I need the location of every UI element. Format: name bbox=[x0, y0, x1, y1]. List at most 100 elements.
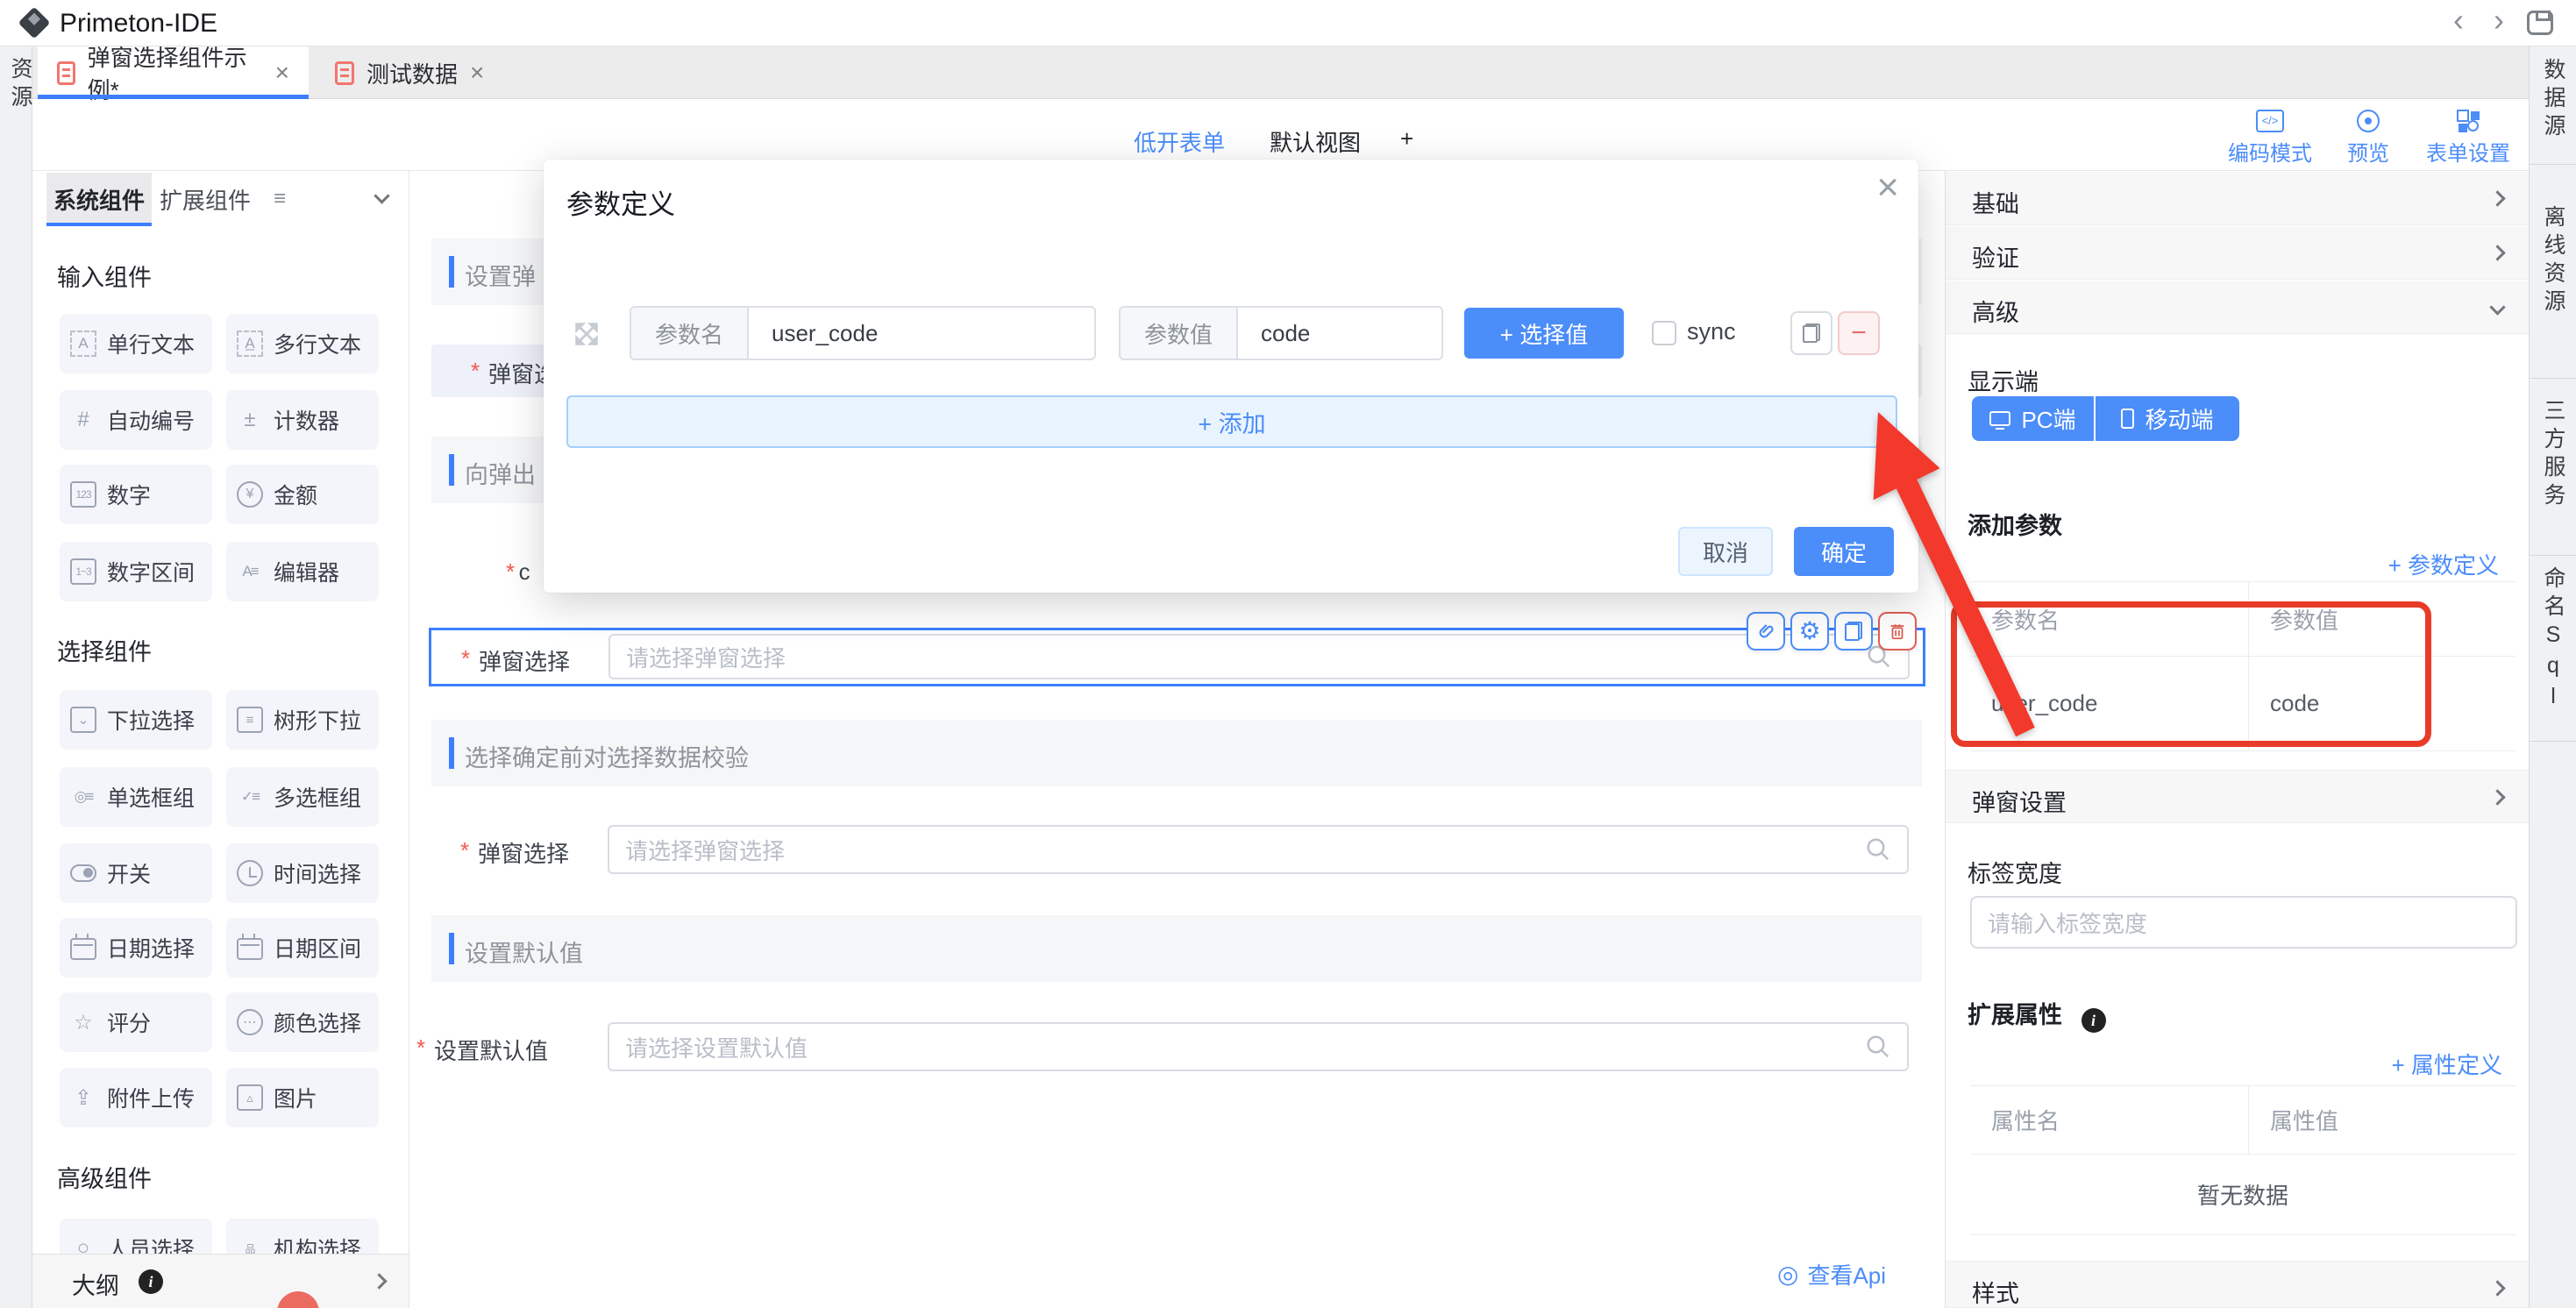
palette-item-dropdown-select[interactable]: 下拉选择 bbox=[60, 690, 212, 750]
action-form-settings[interactable]: 表单设置 bbox=[2416, 108, 2521, 167]
action-preview[interactable]: 预览 bbox=[2316, 108, 2421, 167]
date-picker-icon bbox=[70, 938, 96, 960]
remove-row-button[interactable]: − bbox=[1838, 311, 1880, 355]
prop-value-header: 属性值 bbox=[2249, 1086, 2516, 1154]
form-file-icon bbox=[335, 61, 354, 85]
accordion-popup-settings[interactable]: 弹窗设置 bbox=[1946, 770, 2529, 823]
copy-icon[interactable] bbox=[1834, 612, 1873, 650]
tab-popup-select-example[interactable]: 弹窗选择组件示例* × bbox=[38, 46, 309, 99]
palette-tab-system[interactable]: 系统组件 bbox=[46, 173, 152, 226]
save-icon[interactable] bbox=[2527, 11, 2553, 35]
outline-label: 大纲 bbox=[72, 1267, 119, 1301]
dialog-close-icon[interactable]: × bbox=[1876, 168, 1899, 207]
nav-back-icon[interactable]: ‹ bbox=[2443, 2, 2474, 39]
palette-item-image[interactable]: 图片 bbox=[226, 1068, 379, 1127]
palette-item-single-line-text[interactable]: 单行文本 bbox=[60, 314, 212, 373]
param-name-input[interactable]: user_code bbox=[749, 308, 1094, 359]
preview-eye-icon bbox=[2357, 110, 2380, 132]
link-icon[interactable] bbox=[1747, 612, 1785, 650]
palette-collapse-icon[interactable] bbox=[374, 188, 389, 203]
accordion-basic[interactable]: 基础 bbox=[1946, 172, 2529, 225]
info-icon[interactable]: i bbox=[139, 1269, 163, 1294]
image-icon bbox=[237, 1084, 263, 1111]
empty-data-row: 暂无数据 bbox=[1970, 1154, 2516, 1234]
component-palette: 系统组件 扩展组件 ≡ 输入组件 单行文本 多行文本 自动编号 计数器 数字 金… bbox=[32, 171, 409, 1308]
palette-item-switch[interactable]: 开关 bbox=[60, 843, 212, 903]
palette-item-auto-number[interactable]: 自动编号 bbox=[60, 390, 212, 450]
close-icon[interactable]: × bbox=[275, 60, 289, 85]
accordion-advanced[interactable]: 高级 bbox=[1946, 281, 2529, 334]
counter-icon bbox=[237, 407, 263, 433]
multi-line-text-icon bbox=[237, 331, 263, 357]
palette-item-multi-line-text[interactable]: 多行文本 bbox=[226, 314, 379, 373]
chevron-right-icon bbox=[2489, 789, 2505, 805]
palette-item-upload[interactable]: 附件上传 bbox=[60, 1068, 212, 1127]
palette-item-currency[interactable]: 金额 bbox=[226, 465, 379, 524]
accordion-validation[interactable]: 验证 bbox=[1946, 226, 2529, 280]
info-icon[interactable]: i bbox=[2081, 1008, 2106, 1033]
palette-item-date-range[interactable]: 日期区间 bbox=[226, 918, 379, 977]
add-param-button[interactable]: + 添加 bbox=[566, 395, 1897, 448]
palette-item-color-picker[interactable]: 颜色选择 bbox=[226, 992, 379, 1052]
top-bar: Primeton-IDE ‹ › bbox=[0, 0, 2576, 46]
nav-forward-icon[interactable]: › bbox=[2483, 2, 2515, 39]
view-tab-add[interactable]: + bbox=[1400, 125, 1413, 153]
drag-move-icon[interactable] bbox=[572, 319, 601, 349]
display-side-group: PC端 移动端 bbox=[1972, 396, 2239, 441]
param-value-label: 参数值 bbox=[1121, 308, 1238, 359]
gear-icon[interactable]: ⚙ bbox=[1790, 612, 1829, 650]
palette-item-date-picker[interactable]: 日期选择 bbox=[60, 918, 212, 977]
checkbox-group-icon bbox=[237, 784, 263, 810]
rail-item-resources[interactable]: 资源 bbox=[4, 57, 36, 113]
palette-item-number-range[interactable]: 数字区间 bbox=[60, 542, 212, 601]
palette-item-counter[interactable]: 计数器 bbox=[226, 390, 379, 450]
default-value-input[interactable]: 请选择设置默认值 bbox=[608, 1022, 1909, 1071]
app-title: Primeton-IDE bbox=[60, 8, 217, 39]
dialog-title: 参数定义 bbox=[566, 182, 675, 222]
palette-item-editor[interactable]: 编辑器 bbox=[226, 542, 379, 601]
palette-item-number[interactable]: 数字 bbox=[60, 465, 212, 524]
action-code-mode[interactable]: </> 编码模式 bbox=[2217, 108, 2323, 167]
palette-item-rating[interactable]: 评分 bbox=[60, 992, 212, 1052]
view-api-icon: ◎ bbox=[1777, 1260, 1798, 1289]
label-width-input[interactable]: 请输入标签宽度 bbox=[1970, 896, 2517, 949]
palette-item-checkbox-group[interactable]: 多选框组 bbox=[226, 767, 379, 827]
confirm-button[interactable]: 确定 bbox=[1794, 527, 1894, 576]
palette-tab-extension[interactable]: 扩展组件 bbox=[160, 173, 251, 226]
code-mode-icon: </> bbox=[2256, 110, 2284, 132]
outline-bar[interactable]: 大纲 i bbox=[32, 1254, 409, 1308]
select-value-button[interactable]: + 选择值 bbox=[1464, 308, 1624, 359]
delete-icon[interactable] bbox=[1878, 612, 1917, 650]
palette-item-radio-group[interactable]: 单选框组 bbox=[60, 767, 212, 827]
selected-popup-select-field[interactable]: * 弹窗选择 请选择弹窗选择 bbox=[429, 628, 1925, 686]
prop-define-link[interactable]: + 属性定义 bbox=[2392, 1048, 2502, 1080]
view-api-link[interactable]: ◎ 查看Api bbox=[1777, 1258, 1886, 1290]
param-value-input[interactable]: code bbox=[1238, 308, 1441, 359]
popup-select-input-2[interactable]: 请选择弹窗选择 bbox=[608, 825, 1909, 874]
pc-side-button[interactable]: PC端 bbox=[1972, 396, 2094, 441]
copy-row-button[interactable] bbox=[1790, 311, 1832, 355]
mobile-side-button[interactable]: 移动端 bbox=[2094, 396, 2239, 441]
close-icon[interactable]: × bbox=[470, 60, 484, 85]
rail-item-offline-resources[interactable]: 离线资源 bbox=[2530, 205, 2576, 322]
rail-item-datasource[interactable]: 数据源 bbox=[2530, 58, 2576, 146]
ext-props-table: 属性名 属性值 暂无数据 bbox=[1970, 1085, 2516, 1235]
palette-item-tree-select[interactable]: 树形下拉 bbox=[226, 690, 379, 750]
rail-item-third-party-services[interactable]: 三方服务 bbox=[2530, 399, 2576, 515]
tab-test-data[interactable]: 测试数据 × bbox=[316, 46, 513, 99]
palette-list-icon[interactable]: ≡ bbox=[274, 187, 286, 211]
view-tab-lowcode-form[interactable]: 低开表单 bbox=[1134, 125, 1225, 158]
rail-item-named-sql[interactable]: 命名Sql bbox=[2530, 566, 2576, 719]
popup-select-input[interactable]: 请选择弹窗选择 bbox=[608, 634, 1910, 679]
palette-item-time-picker[interactable]: 时间选择 bbox=[226, 843, 379, 903]
param-define-link[interactable]: + 参数定义 bbox=[2388, 548, 2499, 580]
param-name-header: 参数名 bbox=[1970, 582, 2249, 656]
accordion-style[interactable]: 样式 bbox=[1946, 1261, 2529, 1308]
param-row[interactable]: user_code code bbox=[1970, 656, 2516, 750]
cancel-button[interactable]: 取消 bbox=[1678, 527, 1773, 576]
outline-expand-icon[interactable] bbox=[371, 1273, 387, 1289]
view-tab-default-view[interactable]: 默认视图 bbox=[1270, 125, 1361, 158]
sync-checkbox[interactable] bbox=[1652, 321, 1676, 345]
color-picker-icon bbox=[237, 1009, 263, 1035]
search-icon bbox=[1865, 1034, 1891, 1060]
